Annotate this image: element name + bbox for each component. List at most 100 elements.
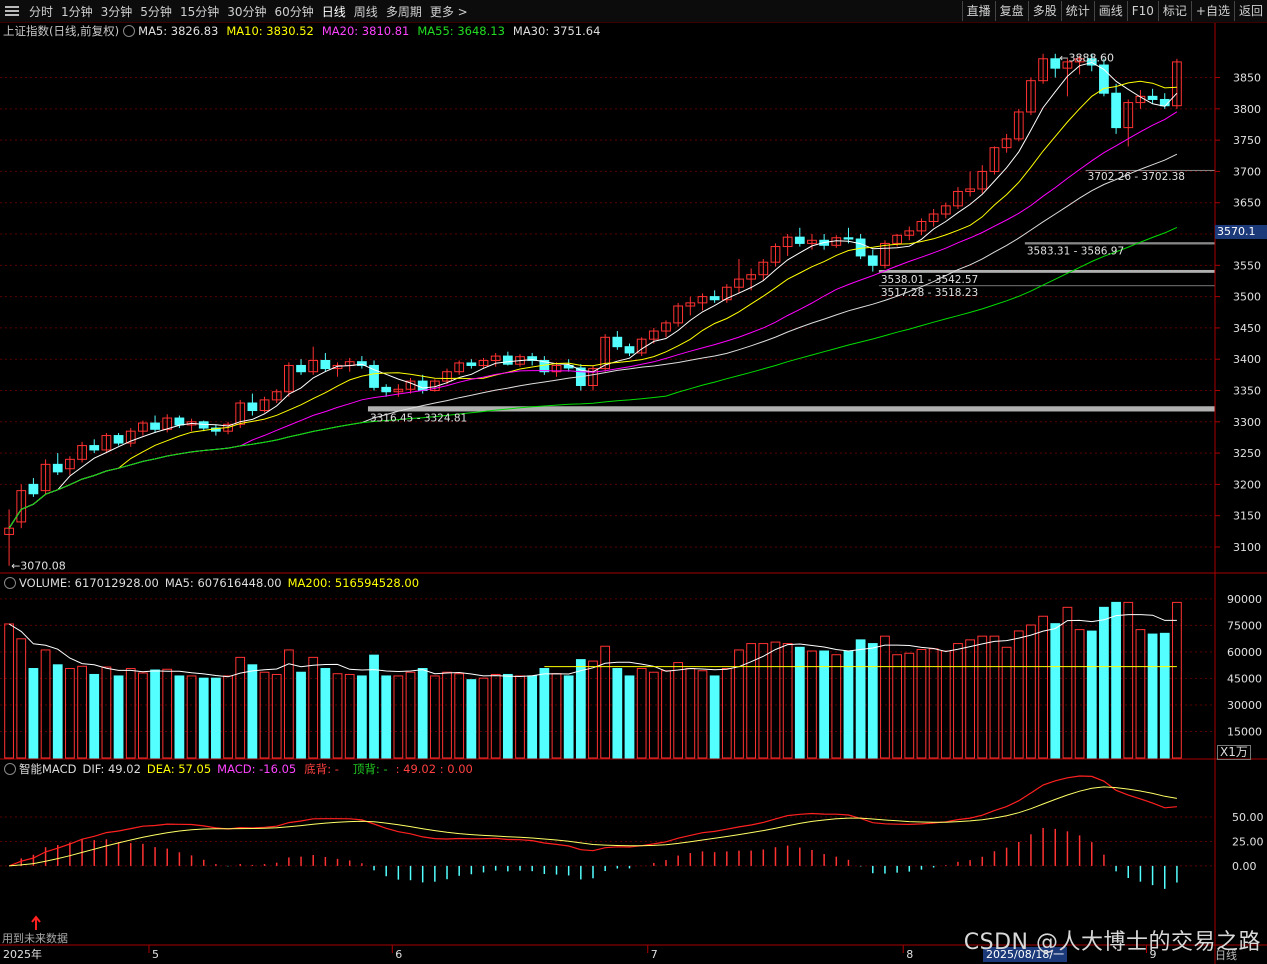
candle-body: [612, 336, 623, 348]
volume-bar: [721, 668, 732, 759]
volume-bar: [770, 641, 781, 759]
candle-body: [709, 296, 720, 301]
volume-ma200: MA200: 516594528.00: [287, 575, 420, 590]
tab-30min[interactable]: 30分钟: [223, 3, 270, 20]
tab-5min[interactable]: 5分钟: [136, 3, 176, 20]
volume-bar: [478, 677, 489, 759]
volume-bar: [1026, 624, 1036, 759]
volume-bar: [490, 673, 501, 759]
volume-bar: [405, 671, 416, 759]
bottom-divergence: 底背: -: [304, 761, 339, 776]
volume-bar: [65, 668, 75, 759]
price-axis-label: 3750: [1233, 134, 1261, 147]
ma55-value: MA55: 3648.13: [417, 24, 505, 38]
volume-bar: [1038, 615, 1048, 759]
future-data-note: 用到未来数据: [2, 932, 68, 945]
volume-bar: [697, 670, 708, 759]
macd-settings-icon[interactable]: [4, 762, 16, 775]
gap-band: [878, 269, 1215, 273]
volume-bar: [709, 675, 720, 759]
volume-settings-icon[interactable]: [4, 576, 16, 589]
volume-bar: [150, 669, 160, 759]
tab-1min[interactable]: 1分钟: [57, 3, 97, 20]
tab-60min[interactable]: 60分钟: [271, 3, 318, 20]
candle-body: [174, 417, 185, 426]
price-axis-label: 3400: [1233, 353, 1261, 366]
dif-value: DIF: 49.02: [82, 761, 141, 776]
volume-bar: [1147, 633, 1158, 759]
candle-body: [624, 346, 635, 354]
volume-bar: [928, 648, 939, 759]
volume-bar: [612, 668, 623, 759]
macd-title[interactable]: 智能MACD: [19, 761, 76, 777]
volume-bar: [782, 643, 793, 759]
macd-axis-label: 50.00: [1232, 811, 1264, 824]
volume-bar: [356, 675, 367, 759]
volume-bar: [953, 643, 963, 759]
f10-button[interactable]: F10: [1126, 1, 1158, 21]
price-axis-label: 3350: [1233, 384, 1261, 397]
year-label: 2025年: [3, 947, 42, 961]
macd-axis-label: 0.00: [1232, 860, 1257, 873]
low-annotation: ←3070.08: [11, 560, 66, 573]
candle-body: [150, 422, 160, 430]
ma5-value: MA5: 3826.83: [138, 24, 219, 38]
volume-value: VOLUME: 617012928.00: [19, 575, 159, 590]
macd-header: 智能MACD DIF: 49.02 DEA: 57.05 MACD: -16.0…: [0, 761, 473, 776]
volume-bar: [296, 671, 306, 759]
multi-stock-button[interactable]: 多股: [1027, 1, 1061, 21]
volume-axis-label: 45000: [1227, 672, 1262, 685]
tab-fenshi[interactable]: 分时: [25, 3, 57, 20]
top-divergence: 顶背: -: [352, 761, 388, 776]
candle-body: [843, 237, 854, 240]
volume-bar: [904, 652, 915, 759]
macd-indicator: [8, 775, 1178, 930]
tab-15min[interactable]: 15分钟: [176, 3, 223, 20]
menu-icon[interactable]: [5, 5, 19, 17]
ma20-value: MA20: 3810.81: [321, 24, 410, 38]
price-axis-label: 3650: [1233, 197, 1261, 210]
tab-multi-period[interactable]: 多周期: [382, 3, 426, 20]
candle-body: [867, 255, 878, 266]
volume-bar: [52, 664, 63, 759]
tab-3min[interactable]: 3分钟: [97, 3, 137, 20]
volume-bar: [1086, 630, 1097, 759]
settings-icon[interactable]: [123, 25, 136, 37]
current-price-badge: 3570.1: [1215, 225, 1267, 239]
stats-button[interactable]: 统计: [1060, 1, 1094, 21]
tab-daily[interactable]: 日线: [318, 3, 350, 20]
mark-button[interactable]: 标记: [1157, 1, 1191, 21]
volume-bar: [174, 675, 185, 759]
live-button[interactable]: 直播: [961, 1, 995, 21]
price-axis-label: 3450: [1233, 322, 1261, 335]
volume-bar: [624, 675, 635, 759]
volume-bar: [332, 673, 343, 759]
add-watchlist-button[interactable]: +自选: [1190, 1, 1234, 21]
volume-bar: [831, 654, 842, 759]
back-button[interactable]: 返回: [1233, 1, 1267, 21]
volume-bar: [989, 635, 1000, 759]
volume-axis-label: 30000: [1227, 699, 1262, 712]
volume-unit-label: X1万: [1217, 745, 1251, 760]
chart-title[interactable]: 上证指数(日线,前复权): [3, 23, 119, 39]
volume-bar: [867, 643, 878, 759]
tab-weekly[interactable]: 周线: [350, 3, 382, 20]
volume-header: VOLUME: 617012928.00 MA5: 607616448.00 M…: [0, 575, 419, 590]
candle-body: [320, 359, 331, 370]
candle-body: [417, 380, 428, 391]
dea-line: [9, 786, 1177, 867]
volume-bar: [563, 675, 574, 759]
kline-chart-canvas[interactable]: 3850380037503700365036003550350034503400…: [0, 0, 1267, 964]
volume-bar: [369, 654, 379, 759]
gap-label: 3702.26 - 3702.38: [1088, 171, 1185, 183]
volume-bar: [502, 673, 513, 759]
draw-line-button[interactable]: 画线: [1093, 1, 1127, 21]
review-button[interactable]: 复盘: [994, 1, 1028, 21]
volume-bar: [661, 670, 671, 759]
price-axis-label: 3100: [1233, 541, 1261, 554]
tab-more[interactable]: 更多 >: [426, 3, 472, 20]
ma20-line: [8, 111, 1178, 529]
price-axis-label: 3150: [1233, 510, 1261, 523]
price-axis-label: 3550: [1233, 259, 1261, 272]
ma10-line: [8, 80, 1177, 529]
